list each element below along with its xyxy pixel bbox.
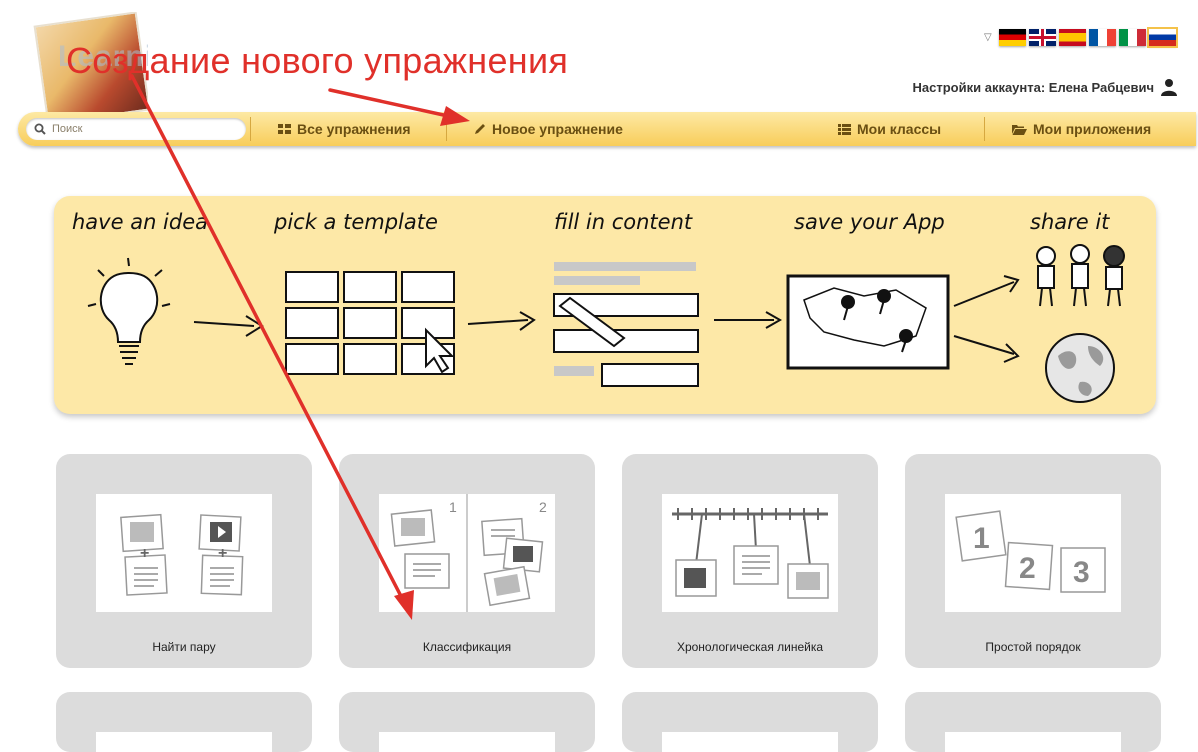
nav-my-classes-label: Мои классы — [857, 121, 942, 137]
svg-text:1: 1 — [973, 522, 990, 555]
template-card-timeline[interactable]: Хронологическая линейка — [622, 454, 878, 668]
language-selector[interactable]: ▽ — [984, 26, 1178, 48]
flag-uk-icon[interactable] — [1028, 28, 1056, 46]
template-thumbnail — [945, 732, 1121, 752]
template-grid-icon — [285, 271, 455, 375]
pencil-icon — [475, 124, 485, 134]
simple-order-icon: 1 2 3 — [955, 510, 1106, 593]
content-form-icon — [553, 262, 699, 387]
svg-text:2: 2 — [1019, 552, 1036, 585]
template-label: Хронологическая линейка — [676, 640, 824, 654]
search-box[interactable] — [26, 118, 246, 140]
flag-russia-icon[interactable] — [1146, 26, 1178, 48]
nav-divider — [250, 117, 251, 141]
nav-my-apps[interactable]: Мои приложения — [1012, 112, 1151, 146]
timeline-icon — [672, 508, 829, 599]
nav-divider — [984, 117, 985, 141]
list-icon — [838, 123, 851, 135]
svg-text:1: 1 — [449, 499, 457, 515]
template-thumbnail: 1 2 3 — [945, 494, 1121, 612]
nav-my-apps-label: Мои приложения — [1033, 121, 1152, 137]
template-card-pair-matching[interactable]: + + Найти пару — [56, 454, 312, 668]
nav-divider — [446, 117, 447, 141]
search-input[interactable] — [50, 122, 234, 136]
template-card[interactable] — [622, 692, 878, 752]
how-it-works-banner: have an idea pick a template fill in con… — [54, 196, 1156, 414]
flag-italy-icon[interactable] — [1118, 28, 1146, 46]
user-icon[interactable] — [1160, 78, 1178, 96]
template-card[interactable] — [56, 692, 312, 752]
template-thumbnail — [96, 732, 272, 752]
template-card[interactable] — [905, 692, 1161, 752]
svg-text:+: + — [140, 545, 149, 562]
chevron-down-icon[interactable]: ▽ — [984, 32, 992, 43]
svg-text:+: + — [218, 545, 227, 562]
template-card[interactable] — [339, 692, 595, 752]
flag-spain-icon[interactable] — [1058, 28, 1086, 46]
classification-icon: 1 2 — [390, 494, 547, 612]
nav-my-classes[interactable]: Мои классы — [838, 112, 941, 146]
svg-text:3: 3 — [1073, 556, 1090, 589]
map-icon — [786, 274, 950, 370]
template-label: Найти пару — [152, 640, 216, 654]
template-label: Классификация — [422, 640, 512, 654]
account-settings[interactable]: Настройки аккаунта: Елена Рабцевич — [913, 78, 1178, 96]
template-label: Простой порядок — [985, 640, 1081, 654]
nav-new-exercise-label: Новое упражнение — [492, 121, 623, 137]
folder-open-icon — [1012, 124, 1027, 135]
people-icon — [1036, 244, 1125, 307]
annotation-title: Создание нового упражнения — [66, 40, 569, 81]
template-thumbnail — [662, 494, 838, 612]
flag-france-icon[interactable] — [1088, 28, 1116, 46]
nav-all-exercises[interactable]: Все упражнения — [278, 112, 411, 146]
flag-germany-icon[interactable] — [998, 28, 1026, 46]
svg-text:2: 2 — [539, 499, 547, 515]
nav-new-exercise[interactable]: Новое упражнение — [474, 112, 623, 146]
lightbulb-icon — [87, 257, 171, 365]
template-thumbnail — [662, 732, 838, 752]
globe-icon — [1045, 333, 1115, 403]
template-thumbnail — [379, 732, 555, 752]
nav-all-exercises-label: Все упражнения — [297, 121, 411, 137]
template-card-classification[interactable]: 1 2 Классификация — [339, 454, 595, 668]
template-thumbnail: + + — [96, 494, 272, 612]
grid-icon — [278, 123, 291, 134]
search-icon — [34, 123, 46, 135]
workflow-illustration — [87, 244, 1125, 403]
template-card-simple-order[interactable]: 1 2 3 Простой порядок — [905, 454, 1161, 668]
pair-matching-icon: + + — [120, 513, 244, 596]
main-navbar: Все упражнения Новое упражнение Мои клас… — [18, 112, 1196, 146]
account-settings-label[interactable]: Настройки аккаунта: Елена Рабцевич — [913, 80, 1154, 95]
template-thumbnail: 1 2 — [379, 494, 555, 612]
